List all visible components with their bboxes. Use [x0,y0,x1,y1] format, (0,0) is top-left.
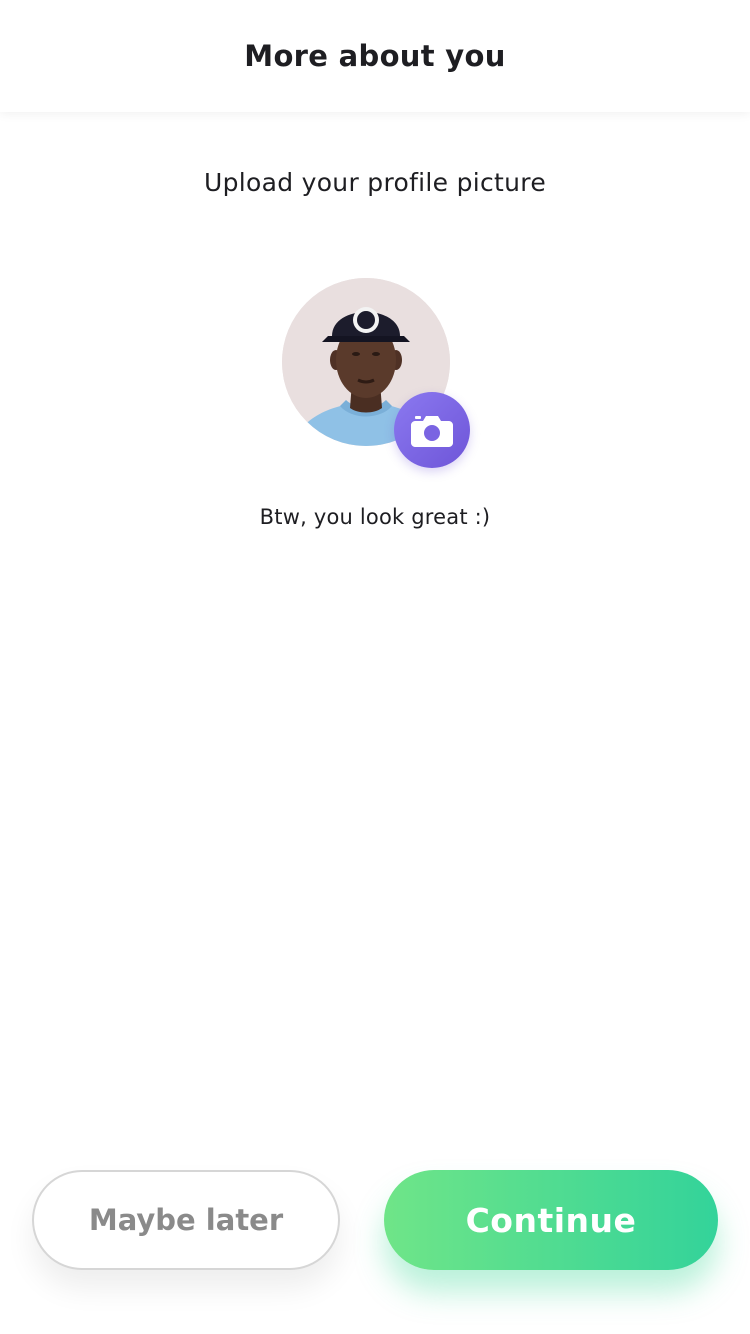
upload-instruction: Upload your profile picture [203,168,547,197]
camera-icon [411,416,453,447]
change-photo-button[interactable] [394,392,470,468]
page-title: More about you [244,39,506,73]
continue-button[interactable]: Continue [384,1170,718,1270]
avatar-uploader[interactable] [282,278,472,468]
app-header: More about you [0,0,750,112]
maybe-later-button[interactable]: Maybe later [32,1170,340,1270]
encouragement-text: Btw, you look great :) [259,505,491,529]
